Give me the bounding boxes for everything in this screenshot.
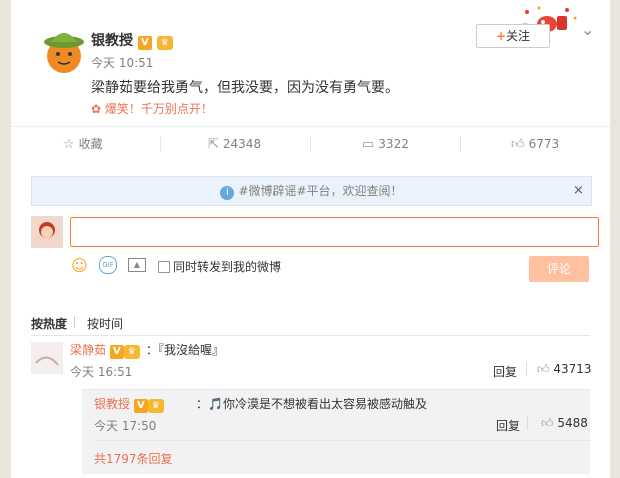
post-time[interactable]: 今天 10:51 [91, 54, 153, 71]
like-count: 6773 [528, 137, 560, 151]
author-name-text[interactable]: 银教授 [91, 33, 133, 49]
divider [31, 335, 590, 336]
thumbs-up-icon: 👍︎ [537, 362, 550, 376]
divider [460, 136, 461, 152]
like-button[interactable]: 👍︎ 6773 [511, 127, 559, 161]
rumor-notice-bar[interactable]: i #微博辟谣#平台，欢迎查阅！ [31, 176, 592, 206]
comment-input[interactable] [70, 217, 599, 247]
favorite-label: 收藏 [78, 137, 103, 151]
reply-text: ：🎵你冷漠是不想被看出太容易被感动触及 [196, 397, 427, 411]
vip-crown-icon: ♛ [156, 36, 173, 50]
reply-button[interactable]: 回复 [493, 363, 517, 380]
reply-like-button[interactable]: 👍︎ 5488 [541, 416, 588, 431]
plus-icon: + [495, 29, 507, 43]
reply-like-count: 5488 [557, 416, 588, 430]
action-bar: ☆ 收藏 ⇱ 24348 ▭ 3322 👍︎ 6773 [11, 126, 610, 162]
thumbs-up-icon: 👍︎ [511, 137, 525, 152]
gif-icon[interactable]: GIF [99, 256, 117, 274]
divider [527, 416, 528, 430]
sort-by-hot[interactable]: 按热度 [31, 315, 67, 332]
comment-text: ：『我沒給喔』 [146, 343, 225, 357]
notice-text[interactable]: #微博辟谣#平台，欢迎查阅！ [238, 184, 402, 198]
repost-checkbox[interactable] [158, 261, 170, 273]
divider [74, 316, 75, 328]
comment-icon: ▭ [362, 137, 375, 152]
verified-badge-icon: V [109, 345, 124, 359]
reply-author-name[interactable]: 银教授 [94, 397, 130, 411]
more-replies-link[interactable]: 共1797条回复 [94, 450, 173, 467]
reply-author[interactable]: 银教授 V ♛ [94, 395, 164, 413]
chevron-down-icon[interactable]: ⌄ [581, 20, 594, 39]
author-avatar[interactable] [39, 26, 89, 76]
divider [310, 136, 311, 152]
post-text: 梁静茹要给我勇气，但我没要，因为没有勇气要。 [91, 80, 399, 96]
repost-icon: ⇱ [208, 137, 219, 152]
verified-badge-icon: V [137, 36, 152, 50]
divider [94, 440, 590, 441]
emoji-icon[interactable]: ☺ [71, 256, 88, 275]
comment-like-count: 43713 [553, 362, 592, 376]
post-link-text[interactable]: 爆笑！千万别点开！ [105, 102, 213, 116]
repost-count: 24348 [222, 137, 262, 151]
commenter-avatar[interactable] [31, 342, 63, 374]
user-avatar [31, 216, 63, 248]
favorite-button[interactable]: ☆ 收藏 [63, 127, 103, 161]
thumbs-up-icon: 👍︎ [541, 416, 554, 430]
divider [160, 136, 161, 152]
weibo-card: 银教授 V ♛ 今天 10:51 梁静茹要给我勇气，但我没要，因为没有勇气要。 … [11, 0, 610, 478]
link-icon: ✿ [91, 102, 102, 116]
comment-like-button[interactable]: 👍︎ 43713 [537, 362, 592, 377]
author-name[interactable]: 银教授 V ♛ [91, 30, 173, 50]
vip-crown-icon: ♛ [123, 345, 140, 359]
star-icon: ☆ [63, 137, 75, 152]
repost-checkbox-label[interactable]: 同时转发到我的微博 [173, 258, 281, 275]
follow-button[interactable]: +关注 [476, 24, 550, 48]
reply-time: 今天 17:50 [94, 419, 157, 433]
comment-author[interactable]: 梁静茹 V ♛ [70, 341, 140, 359]
comment-count: 3322 [378, 137, 409, 151]
reply-reply-button[interactable]: 回复 [496, 417, 520, 434]
comment-time: 今天 16:51 [70, 365, 133, 379]
follow-label: 关注 [506, 29, 531, 43]
image-icon[interactable]: ▲ [128, 258, 146, 272]
sort-by-time[interactable]: 按时间 [87, 315, 123, 332]
post-link[interactable]: ✿ 爆笑！千万别点开！ [91, 100, 213, 117]
verified-badge-icon: V [133, 399, 148, 413]
comment-button[interactable]: ▭ 3322 [362, 127, 409, 161]
info-icon: i [220, 186, 235, 200]
vip-crown-icon: ♛ [147, 399, 164, 413]
comment-author-name[interactable]: 梁静茹 [70, 343, 106, 357]
repost-button[interactable]: ⇱ 24348 [208, 127, 261, 161]
submit-comment-button[interactable]: 评论 [529, 256, 589, 282]
divider [526, 362, 527, 376]
close-icon[interactable]: × [573, 183, 584, 198]
